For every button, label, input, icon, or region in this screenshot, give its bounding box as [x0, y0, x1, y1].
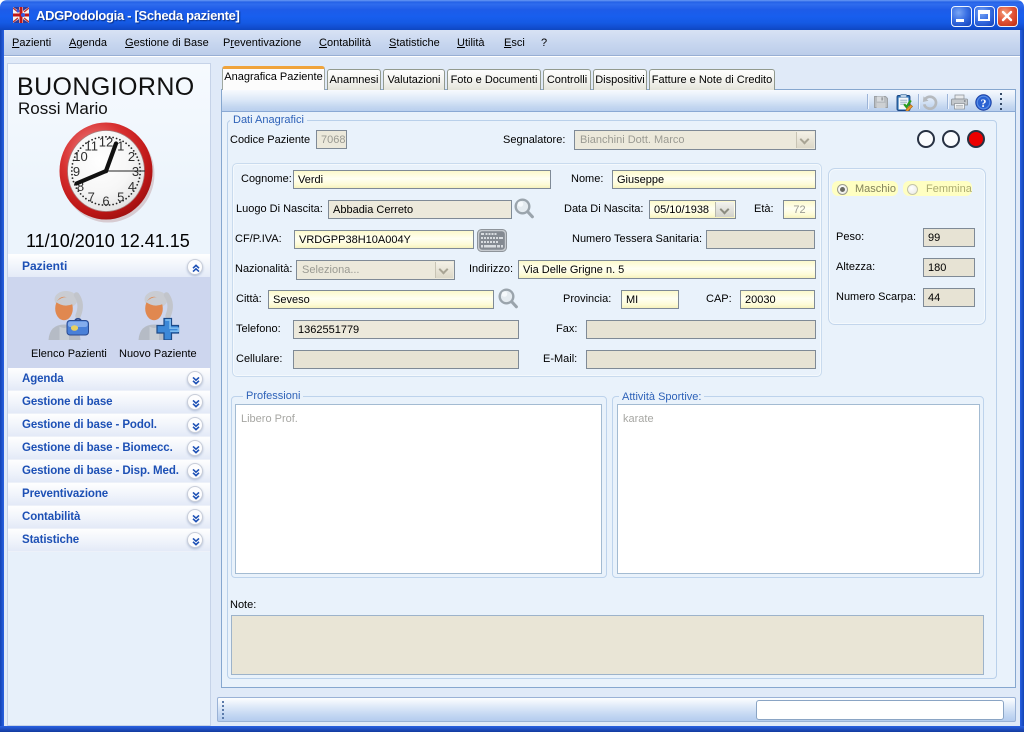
svg-text:11: 11	[84, 139, 98, 154]
svg-text:6: 6	[102, 194, 109, 209]
svg-text:5: 5	[117, 190, 124, 205]
svg-text:2: 2	[128, 149, 135, 164]
svg-text:7: 7	[88, 190, 95, 205]
svg-text:4: 4	[128, 179, 135, 194]
svg-text:1: 1	[117, 139, 124, 154]
svg-text:9: 9	[73, 164, 80, 179]
svg-text:?: ?	[981, 96, 987, 110]
svg-text:12: 12	[99, 135, 113, 150]
